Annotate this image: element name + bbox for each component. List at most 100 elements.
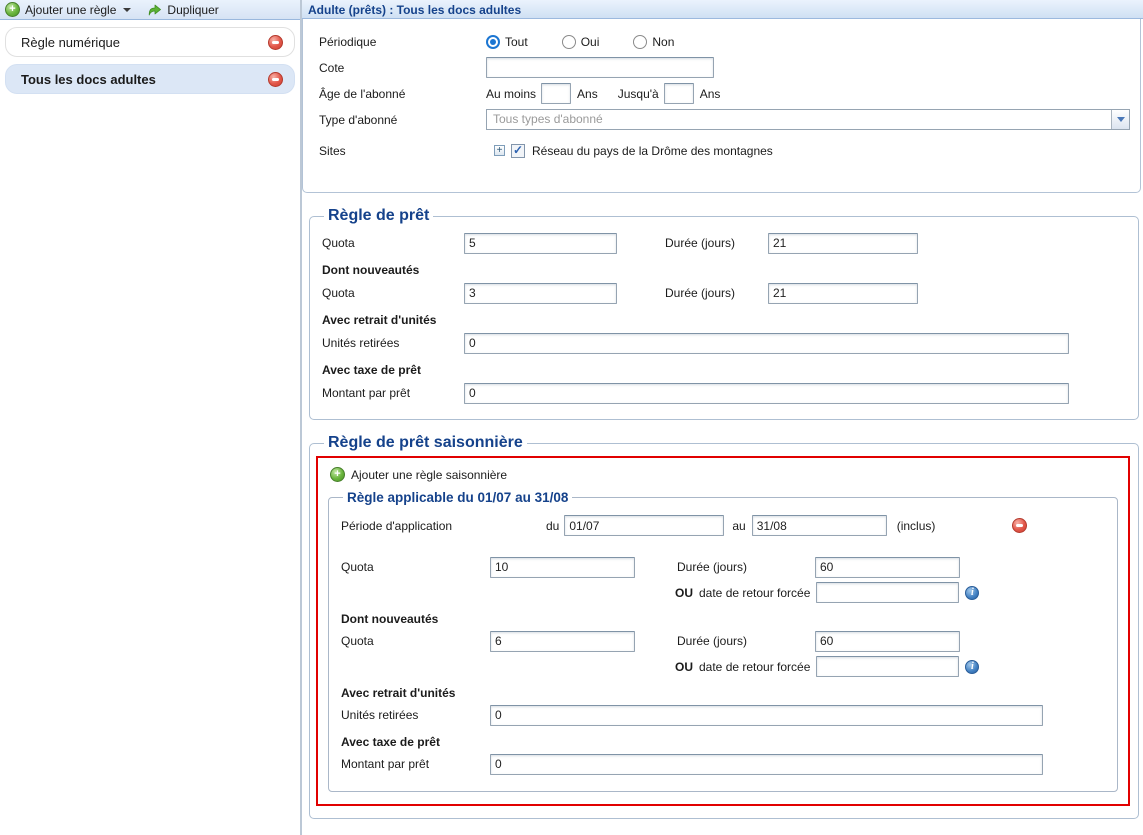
units-heading: Avec retrait d'unités	[341, 686, 1105, 700]
seasonal-highlight-box: Ajouter une règle saisonnière Règle appl…	[316, 456, 1130, 806]
period-to-label: au	[732, 519, 745, 533]
units-label: Unités retirées	[341, 708, 490, 722]
rule-item-label: Règle numérique	[21, 35, 120, 50]
seasonal-duration-input[interactable]	[815, 557, 960, 578]
duplicate-button[interactable]: Dupliquer	[147, 2, 218, 17]
duration-input[interactable]	[768, 233, 918, 254]
info-icon[interactable]	[965, 660, 979, 674]
info-icon[interactable]	[965, 586, 979, 600]
form-row-units: Unités retirées	[322, 332, 1122, 354]
type-abonne-label: Type d'abonné	[319, 113, 486, 127]
form-row-period: Période d'application du au (inclus)	[341, 515, 1105, 536]
novelty-heading: Dont nouveautés	[322, 263, 1122, 277]
delete-seasonal-rule-icon[interactable]	[1012, 518, 1027, 533]
tax-input[interactable]	[464, 383, 1069, 404]
duration-label: Durée (jours)	[677, 560, 815, 574]
rule-list: Règle numérique Tous les docs adultes	[0, 20, 300, 101]
form-row-cote: Cote	[319, 57, 1130, 78]
site-node-label: Réseau du pays de la Drôme des montagnes	[532, 144, 773, 158]
age-label: Âge de l'abonné	[319, 87, 486, 101]
rule-item-label: Tous les docs adultes	[21, 72, 156, 87]
period-from-label: du	[546, 519, 559, 533]
period-to-input[interactable]	[752, 515, 887, 536]
form-row-type-abonne: Type d'abonné Tous types d'abonné	[319, 109, 1130, 130]
tax-heading: Avec taxe de prêt	[341, 735, 1105, 749]
form-row-sites: Sites Réseau du pays de la Drôme des mon…	[319, 140, 1130, 161]
form-row-seasonal-tax: Montant par prêt	[341, 753, 1105, 775]
add-rule-label: Ajouter une règle	[25, 3, 116, 17]
forced-return-input-1[interactable]	[816, 582, 959, 603]
applicable-rule-legend: Règle applicable du 01/07 au 31/08	[343, 490, 572, 505]
loan-rule-legend: Règle de prêt	[324, 207, 433, 225]
add-seasonal-rule-label: Ajouter une règle saisonnière	[351, 468, 507, 482]
radio-periodique-oui[interactable]: Oui	[562, 35, 600, 49]
units-label: Unités retirées	[322, 336, 464, 350]
novelty-duration-input[interactable]	[768, 283, 918, 304]
cote-input[interactable]	[486, 57, 714, 78]
units-input[interactable]	[464, 333, 1069, 354]
form-row-quota: Quota Durée (jours)	[322, 232, 1122, 254]
tax-label: Montant par prêt	[341, 757, 490, 771]
tax-label: Montant par prêt	[322, 386, 464, 400]
app-window: Ajouter une règle Dupliquer Règle numéri…	[0, 0, 1143, 835]
form-row-seasonal-units: Unités retirées	[341, 704, 1105, 726]
age-min-input[interactable]	[541, 83, 571, 104]
form-row-seasonal-novelty-quota: Quota Durée (jours)	[341, 630, 1105, 652]
form-row-tax: Montant par prêt	[322, 382, 1122, 404]
add-rule-button[interactable]: Ajouter une règle	[5, 2, 131, 17]
duplicate-label: Dupliquer	[167, 3, 218, 17]
duration-label: Durée (jours)	[677, 634, 815, 648]
type-abonne-select[interactable]: Tous types d'abonné	[486, 109, 1130, 130]
rule-list-item-numerique[interactable]: Règle numérique	[5, 27, 295, 57]
form-row-forced-return-1: OU date de retour forcée	[675, 582, 1105, 603]
seasonal-rule-legend: Règle de prêt saisonnière	[324, 434, 527, 452]
seasonal-novelty-quota-input[interactable]	[490, 631, 635, 652]
duration-label: Durée (jours)	[665, 236, 768, 250]
general-criteria-box: Périodique Tout Oui Non	[302, 19, 1141, 193]
form-row-forced-return-2: OU date de retour forcée	[675, 656, 1105, 677]
period-from-input[interactable]	[564, 515, 724, 536]
seasonal-rule-fieldset: Règle de prêt saisonnière Ajouter une rè…	[309, 434, 1139, 819]
add-icon	[5, 2, 20, 17]
quota-label: Quota	[322, 236, 464, 250]
delete-rule-icon[interactable]	[268, 72, 283, 87]
type-abonne-selected-value: Tous types d'abonné	[487, 110, 1111, 129]
seasonal-novelty-duration-input[interactable]	[815, 631, 960, 652]
add-seasonal-rule-button[interactable]: Ajouter une règle saisonnière	[330, 467, 1118, 482]
radio-icon	[562, 35, 576, 49]
duration-label: Durée (jours)	[665, 286, 768, 300]
chevron-down-icon	[123, 8, 131, 12]
radio-icon	[486, 35, 500, 49]
forced-return-input-2[interactable]	[816, 656, 959, 677]
age-max-unit: Ans	[700, 87, 721, 101]
radio-icon	[633, 35, 647, 49]
radio-periodique-non[interactable]: Non	[633, 35, 674, 49]
cote-label: Cote	[319, 61, 486, 75]
form-row-age: Âge de l'abonné Au moins Ans Jusqu'à Ans	[319, 83, 1130, 104]
quota-input[interactable]	[464, 233, 617, 254]
rule-list-item-tous-les-docs-adultes[interactable]: Tous les docs adultes	[5, 64, 295, 94]
radio-periodique-tout[interactable]: Tout	[486, 35, 528, 49]
applicable-rule-fieldset: Règle applicable du 01/07 au 31/08 Pério…	[328, 490, 1118, 792]
sites-label: Sites	[319, 144, 486, 158]
age-max-label: Jusqu'à	[618, 87, 659, 101]
select-chevron-down-icon[interactable]	[1111, 110, 1129, 129]
delete-rule-icon[interactable]	[268, 35, 283, 50]
or-label: OU	[675, 586, 693, 600]
seasonal-tax-input[interactable]	[490, 754, 1043, 775]
age-max-input[interactable]	[664, 83, 694, 104]
tree-expand-icon[interactable]	[494, 145, 505, 156]
radio-label: Oui	[581, 35, 600, 49]
sidebar: Ajouter une règle Dupliquer Règle numéri…	[0, 0, 302, 835]
radio-label: Tout	[505, 35, 528, 49]
periodique-radio-group: Tout Oui Non	[486, 35, 674, 49]
or-label: OU	[675, 660, 693, 674]
novelty-quota-input[interactable]	[464, 283, 617, 304]
site-checkbox-checked[interactable]	[511, 144, 525, 158]
sites-tree: Réseau du pays de la Drôme des montagnes	[494, 144, 773, 158]
seasonal-units-input[interactable]	[490, 705, 1043, 726]
radio-label: Non	[652, 35, 674, 49]
seasonal-quota-input[interactable]	[490, 557, 635, 578]
form-row-seasonal-quota: Quota Durée (jours)	[341, 556, 1105, 578]
period-inclusive-label: (inclus)	[897, 519, 936, 533]
